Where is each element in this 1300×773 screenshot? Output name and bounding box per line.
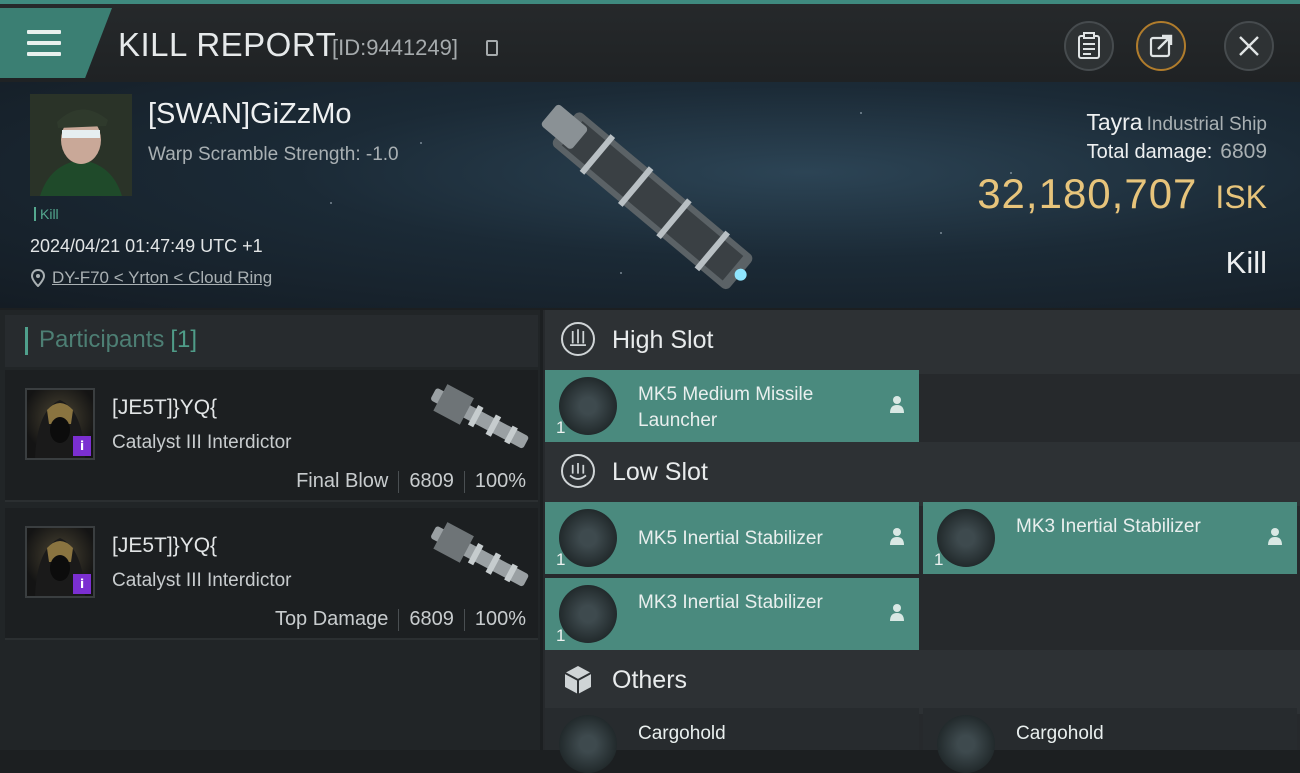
participant-percent: 100% [474, 470, 526, 492]
participant-card[interactable]: i [JE5T]}YQ{ Catalyst III Interdictor To… [5, 508, 538, 640]
module-low-3[interactable]: 1 MK3 Inertial Stabilizer [545, 578, 919, 650]
low-slot-header: Low Slot [545, 442, 1300, 506]
others-header: Others [545, 650, 1300, 714]
module-name: Cargohold [638, 723, 726, 744]
share-icon [1149, 34, 1173, 58]
participant-percent: 100% [474, 608, 526, 630]
pilot-avatar [30, 94, 132, 196]
module-name: MK5 Inertial Stabilizer [638, 528, 823, 549]
high-slot-icon [561, 322, 595, 356]
location-link[interactable]: DY-F70 < Yrton < Cloud Ring [52, 268, 272, 287]
kill-location[interactable]: DY-F70 < Yrton < Cloud Ring [30, 268, 272, 288]
close-icon [1239, 36, 1259, 56]
user-icon [890, 396, 904, 413]
isk-value: 32,180,707 ISK [977, 170, 1267, 218]
module-name: MK3 Inertial Stabilizer [638, 592, 823, 613]
module-low-1[interactable]: 1 MK5 Inertial Stabilizer [545, 502, 919, 574]
user-icon [1268, 528, 1282, 545]
participants-label: Participants [39, 326, 165, 353]
menu-button[interactable] [0, 8, 112, 78]
warp-scramble-strength: Warp Scramble Strength: -1.0 [148, 144, 399, 165]
cargohold-icon [937, 715, 995, 773]
cargohold-icon [559, 715, 617, 773]
module-name: MK3 Inertial Stabilizer [1016, 516, 1201, 537]
high-slot-label: High Slot [612, 326, 714, 354]
participant-avatar[interactable]: i [25, 388, 95, 460]
total-damage-label: Total damage: [1086, 141, 1213, 163]
participant-ship-image [431, 384, 529, 449]
total-damage: Total damage: 6809 [1087, 140, 1267, 164]
victim-ship-image [541, 104, 753, 290]
module-name: Cargohold [1016, 723, 1104, 744]
clipboard-icon [1078, 32, 1100, 59]
cube-icon [564, 666, 592, 694]
result-label: Kill [1225, 245, 1267, 280]
participant-damage: 6809 [409, 470, 454, 492]
participants-count: [1] [170, 326, 198, 353]
info-badge: i [73, 574, 91, 594]
module-other-1[interactable]: Cargohold [545, 708, 919, 773]
participant-ship: Catalyst III Interdictor [112, 432, 292, 453]
victim-ship-type: Tayra Industrial Ship [1086, 109, 1267, 136]
low-slot-icon [561, 454, 595, 488]
module-name: MK5 Medium Missile Launcher [638, 384, 814, 431]
hamburger-icon [27, 30, 61, 63]
participant-name: [JE5T]}YQ{ [112, 534, 218, 557]
report-log-button[interactable] [1064, 21, 1114, 71]
inertial-stabilizer-icon [559, 509, 617, 567]
ship-name[interactable]: Tayra [1086, 109, 1142, 135]
participant-card[interactable]: i [JE5T]}YQ{ Catalyst III Interdictor Fi… [5, 370, 538, 502]
module-quantity: 1 [556, 550, 566, 569]
missile-launcher-icon [559, 377, 617, 435]
participants-header: Participants [1] [5, 315, 538, 367]
ship-class: Industrial Ship [1146, 114, 1267, 135]
victim-portrait[interactable] [30, 94, 132, 196]
participant-damage: 6809 [409, 608, 454, 630]
participant-role: Top Damage [274, 608, 389, 630]
user-icon [890, 528, 904, 545]
low-slot-label: Low Slot [612, 458, 708, 486]
location-pin-icon [31, 269, 45, 287]
close-button[interactable] [1224, 21, 1274, 71]
report-id: [ID:9441249] [332, 35, 458, 60]
participant-ship: Catalyst III Interdictor [112, 570, 292, 591]
high-slot-header: High Slot [545, 310, 1300, 374]
share-button[interactable] [1136, 21, 1186, 71]
module-high-1[interactable]: 1 MK5 Medium Missile Launcher [545, 370, 919, 442]
participant-role: Final Blow [296, 470, 389, 492]
participant-avatar[interactable]: i [25, 526, 95, 598]
module-quantity: 1 [934, 550, 944, 569]
victim-name[interactable]: [SWAN]GiZzMo [148, 98, 352, 131]
participant-stats: Top Damage 6809 100% [275, 608, 526, 631]
isk-amount: 32,180,707 [977, 170, 1198, 217]
module-low-2[interactable]: 1 MK3 Inertial Stabilizer [923, 502, 1297, 574]
kill-tag: Kill [34, 207, 59, 221]
total-damage-value: 6809 [1220, 140, 1267, 163]
participant-ship-image [431, 522, 529, 587]
user-icon [890, 604, 904, 621]
others-label: Others [612, 666, 688, 694]
inertial-stabilizer-icon [559, 585, 617, 643]
inertial-stabilizer-icon [937, 509, 995, 567]
isk-unit: ISK [1215, 179, 1267, 215]
info-badge: i [73, 436, 91, 456]
page-title: KILL REPORT [118, 26, 337, 63]
top-bar: KILL REPORT [ID:9441249] [0, 0, 1300, 82]
participant-name: [JE5T]}YQ{ [112, 396, 218, 419]
module-quantity: 1 [556, 626, 566, 645]
participant-stats: Final Blow 6809 100% [296, 470, 526, 493]
module-other-2[interactable]: Cargohold [923, 708, 1297, 773]
copy-icon[interactable] [486, 40, 498, 56]
module-quantity: 1 [556, 418, 566, 437]
kill-datetime: 2024/04/21 01:47:49 UTC +1 [30, 236, 263, 256]
